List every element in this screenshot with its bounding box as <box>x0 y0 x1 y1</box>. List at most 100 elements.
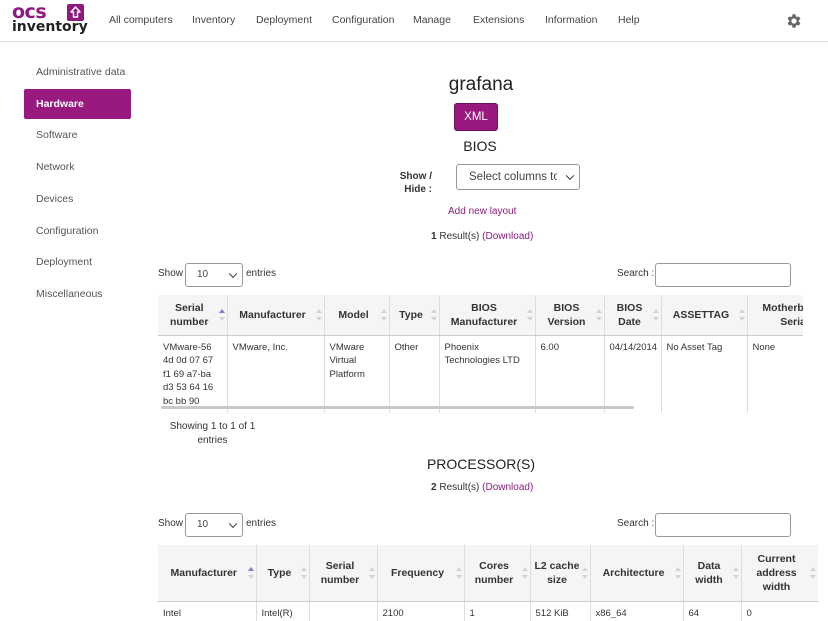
proc-col-l2-cache-size[interactable]: L2 cache size <box>530 545 591 602</box>
sort-icon <box>300 566 307 579</box>
bios-download-link[interactable]: (Download) <box>482 231 533 242</box>
processors-entries-label: entries <box>246 518 277 529</box>
sort-icon <box>368 566 375 579</box>
sort-icon <box>732 566 739 579</box>
xml-button[interactable]: XML <box>454 103 498 131</box>
bios-col-serial-number[interactable]: Serial number <box>158 295 228 336</box>
bios-col-motherboard-serial[interactable]: Motherboard Serial <box>747 295 803 336</box>
sort-icon <box>809 566 816 579</box>
bios-col-type[interactable]: Type <box>389 295 440 336</box>
nav-all-computers[interactable]: All computers <box>109 14 173 26</box>
processors-header-row: Manufacturer Type Serial number Frequenc… <box>158 545 818 602</box>
proc-col-serial-number[interactable]: Serial number <box>309 545 378 602</box>
table-row: VMware-56 4d 0d 07 67 f1 69 a7-ba d3 53 … <box>158 335 803 413</box>
processors-show-label: Show <box>158 518 184 529</box>
bios-col-bios-manufacturer[interactable]: BIOS Manufacturer <box>439 295 536 336</box>
bios-col-model[interactable]: Model <box>324 295 390 336</box>
chevron-down-icon <box>228 269 238 279</box>
sort-icon <box>380 308 387 321</box>
columns-select[interactable]: Select columns to <box>456 164 580 190</box>
processors-table-wrapper: Manufacturer Type Serial number Frequenc… <box>158 545 818 621</box>
bios-entries-label: entries <box>246 268 277 279</box>
table-cell <box>309 601 378 621</box>
sort-icon <box>581 566 588 579</box>
sidebar-item-configuration[interactable]: Configuration <box>24 216 131 246</box>
computer-name-title: grafana <box>448 74 514 95</box>
ocs-inventory-logo[interactable]: ocs inventory <box>12 3 88 37</box>
nav-inventory[interactable]: Inventory <box>192 14 235 26</box>
table-cell: 0 <box>741 601 818 621</box>
sort-icon <box>455 566 462 579</box>
sidebar-item-software[interactable]: Software <box>24 120 131 150</box>
sort-icon <box>674 566 681 579</box>
bios-section-title: BIOS <box>463 138 497 154</box>
processors-search-input[interactable] <box>655 513 791 537</box>
table-cell: 6.00 <box>535 335 605 413</box>
sort-asc-icon <box>247 566 254 579</box>
table-cell: 2100 <box>377 601 465 621</box>
sidebar-item-administrative-data[interactable]: Administrative data <box>24 57 131 87</box>
settings-gear-icon[interactable] <box>785 12 803 30</box>
sidebar-item-deployment[interactable]: Deployment <box>24 247 131 277</box>
bios-result-count: 1 Result(s) (Download) <box>431 231 534 242</box>
bios-header-row: Serial number Manufacturer Model Type BI… <box>158 295 803 336</box>
table-cell: None <box>747 335 803 413</box>
add-new-layout-link[interactable]: Add new layout <box>448 206 516 217</box>
sidebar-item-hardware[interactable]: Hardware <box>24 89 131 119</box>
sort-asc-icon <box>218 308 225 321</box>
sidebar-item-miscellaneous[interactable]: Miscellaneous <box>24 279 131 309</box>
processors-entries-value: 10 <box>197 519 209 530</box>
top-navbar: ocs inventory All computers Inventory De… <box>0 0 828 42</box>
sort-icon <box>652 308 659 321</box>
chevron-down-icon <box>228 519 238 529</box>
sidebar-item-devices[interactable]: Devices <box>24 184 131 214</box>
show-hide-label: Show / Hide : <box>399 171 432 195</box>
nav-manage[interactable]: Manage <box>413 14 451 26</box>
table-cell: Intel(R) <box>256 601 310 621</box>
proc-col-current-address-width[interactable]: Current address width <box>741 545 818 602</box>
bios-search-label: Search : <box>617 268 655 279</box>
nav-information[interactable]: Information <box>545 14 598 26</box>
sidebar-item-network[interactable]: Network <box>24 152 131 182</box>
bios-search-input[interactable] <box>655 263 791 287</box>
table-cell: VMware Virtual Platform <box>324 335 390 413</box>
columns-select-value: Select columns to <box>469 171 557 183</box>
logo-text-bottom: inventory <box>12 19 88 35</box>
bios-col-bios-date[interactable]: BIOS Date <box>604 295 662 336</box>
processors-section-title: PROCESSOR(S) <box>426 456 536 472</box>
bios-col-assettag[interactable]: ASSETTAG <box>661 295 748 336</box>
bios-col-manufacturer[interactable]: Manufacturer <box>227 295 325 336</box>
nav-help[interactable]: Help <box>618 14 640 26</box>
processors-result-count: 2 Result(s) (Download) <box>431 482 534 493</box>
bios-table-info: Showing 1 to 1 of 1 entries <box>169 421 256 446</box>
table-cell: VMware, Inc. <box>227 335 325 413</box>
bios-entries-value: 10 <box>197 269 209 280</box>
processors-download-link[interactable]: (Download) <box>482 482 533 493</box>
table-cell: 04/14/2014 <box>604 335 662 413</box>
bios-show-label: Show <box>158 268 184 279</box>
sort-icon <box>521 566 528 579</box>
processors-entries-select[interactable]: 10 <box>185 513 243 537</box>
proc-col-type[interactable]: Type <box>256 545 310 602</box>
proc-col-frequency[interactable]: Frequency <box>377 545 465 602</box>
bios-table: Serial number Manufacturer Model Type BI… <box>158 295 803 413</box>
processors-table: Manufacturer Type Serial number Frequenc… <box>158 545 818 621</box>
sort-icon <box>526 308 533 321</box>
proc-col-cores-number[interactable]: Cores number <box>464 545 531 602</box>
nav-configuration[interactable]: Configuration <box>332 14 394 26</box>
proc-col-architecture[interactable]: Architecture <box>590 545 684 602</box>
table-cell: 64 <box>683 601 742 621</box>
sort-icon <box>738 308 745 321</box>
table-cell: x86_64 <box>590 601 684 621</box>
proc-col-data-width[interactable]: Data width <box>683 545 742 602</box>
bios-entries-select[interactable]: 10 <box>185 263 243 287</box>
nav-deployment[interactable]: Deployment <box>256 14 312 26</box>
bios-col-bios-version[interactable]: BIOS Version <box>535 295 605 336</box>
table-cell: 512 KiB <box>530 601 591 621</box>
sort-icon <box>430 308 437 321</box>
horizontal-scrollbar[interactable] <box>161 406 634 409</box>
table-cell: 1 <box>464 601 531 621</box>
nav-extensions[interactable]: Extensions <box>473 14 524 26</box>
proc-col-manufacturer[interactable]: Manufacturer <box>158 545 257 602</box>
sort-icon <box>595 308 602 321</box>
